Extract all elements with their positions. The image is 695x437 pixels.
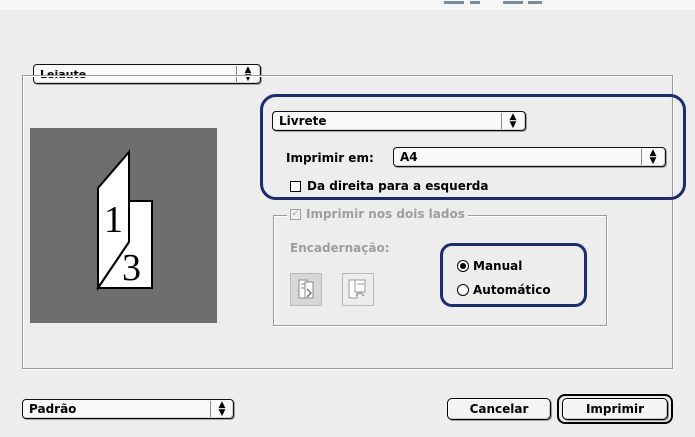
- cancel-button[interactable]: Cancelar: [447, 398, 551, 420]
- preset-popup-menu[interactable]: Padrão ▲ ▼: [22, 399, 234, 419]
- binding-label: Encadernação:: [290, 241, 390, 255]
- manual-radio[interactable]: [457, 260, 469, 272]
- print-on-label: Imprimir em:: [286, 151, 374, 165]
- layout-popup-label: Livrete: [279, 114, 327, 128]
- print-button[interactable]: Imprimir: [562, 398, 668, 420]
- paper-size-popup-menu[interactable]: A4 ▲ ▼: [393, 147, 666, 167]
- window-top-edge: [0, 0, 695, 10]
- two-sided-label: Imprimir nos dois lados: [306, 207, 465, 221]
- paper-size-popup-label: A4: [400, 150, 418, 164]
- popup-arrows-icon: ▲ ▼: [509, 112, 517, 130]
- right-to-left-checkbox[interactable]: [290, 181, 301, 192]
- manual-radio-label[interactable]: Manual: [473, 258, 522, 274]
- binding-left-button: [290, 273, 322, 306]
- booklet-illustration: 1 3: [96, 149, 153, 292]
- right-to-left-label[interactable]: Da direita para a esquerda: [307, 178, 488, 194]
- preview-page-top: 1: [104, 199, 123, 241]
- booklet-preview: 1 3: [30, 128, 217, 323]
- automatic-radio[interactable]: [457, 284, 469, 296]
- binding-top-button: [342, 273, 374, 306]
- popup-arrows-icon: ▲ ▼: [218, 400, 226, 418]
- two-sided-checkbox[interactable]: ✓: [290, 209, 301, 220]
- binding-left-icon: [298, 279, 314, 299]
- preview-page-bottom: 3: [122, 247, 141, 289]
- two-sided-header: ✓ Imprimir nos dois lados: [287, 206, 468, 222]
- popup-arrows-icon: ▲ ▼: [649, 148, 657, 166]
- layout-popup-menu[interactable]: Livrete ▲ ▼: [272, 111, 526, 131]
- preset-popup-label: Padrão: [29, 402, 77, 416]
- automatic-radio-label[interactable]: Automático: [473, 282, 551, 298]
- binding-top-icon: [348, 279, 366, 299]
